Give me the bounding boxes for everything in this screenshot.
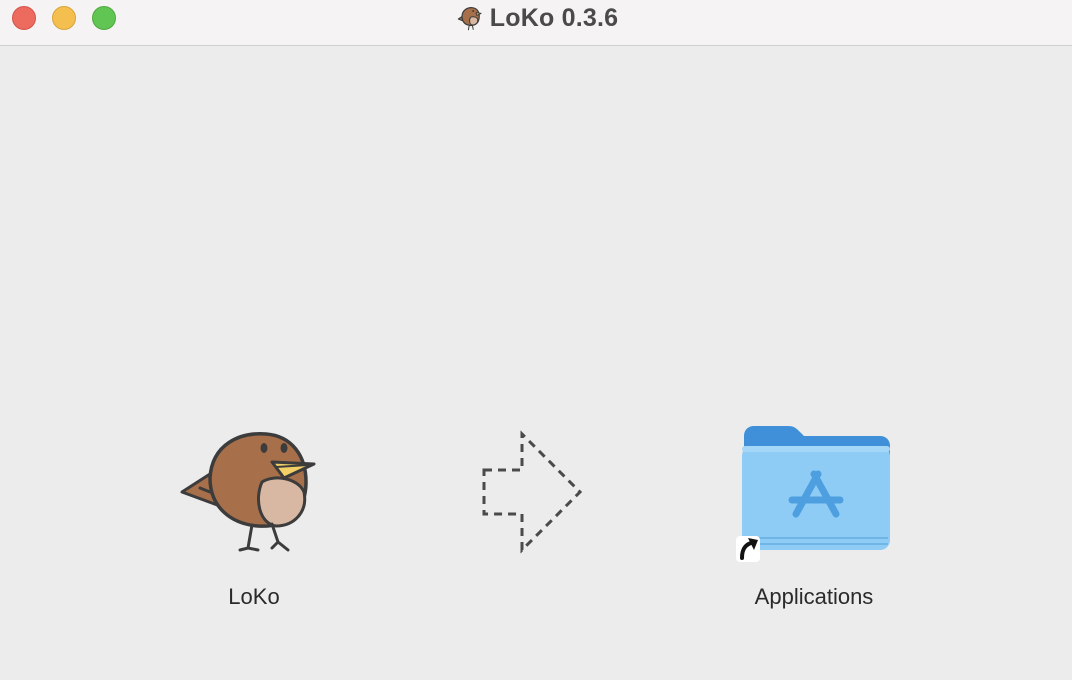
installer-window: LoKo 0.3.6 LoKo Applications [0,0,1072,680]
bird-icon [457,7,482,31]
applications-label: Applications [754,584,874,609]
bird-icon[interactable] [176,422,322,562]
window-title-group: LoKo 0.3.6 [0,2,1072,34]
dashed-arrow-icon [482,430,583,554]
applications-folder[interactable] [734,418,898,566]
install-arrow [476,428,586,558]
window-title: LoKo 0.3.6 [489,3,619,32]
title-bar[interactable]: LoKo 0.3.6 [0,0,1072,46]
app-label: LoKo [228,584,280,609]
app-item[interactable] [176,422,322,562]
applications-folder-icon[interactable] [734,418,898,566]
alias-arrow-icon [736,536,760,562]
